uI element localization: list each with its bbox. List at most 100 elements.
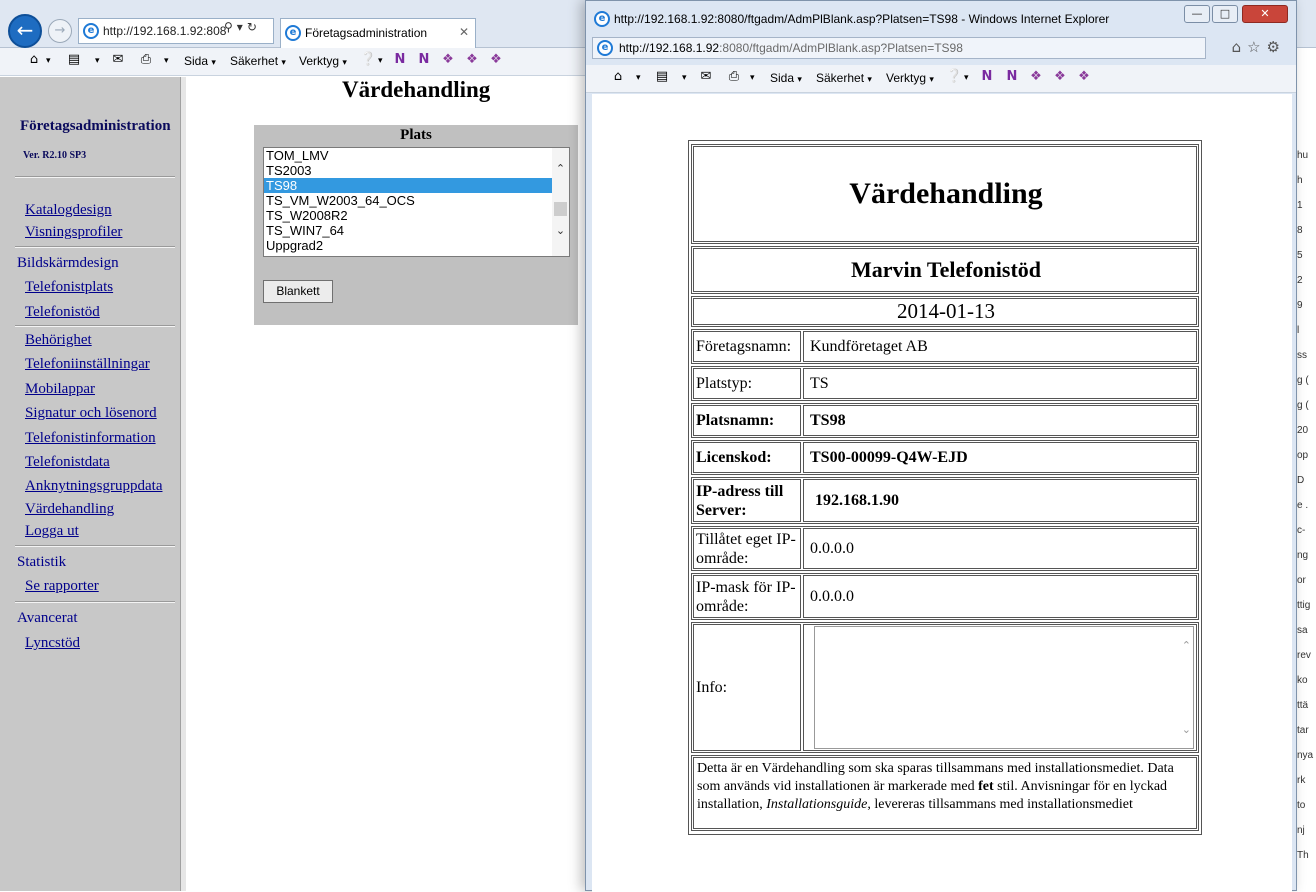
list-item[interactable]: TOM_LMV [264,148,552,163]
list-item[interactable]: TS_W2008R2 [264,208,552,223]
dropdown-icon[interactable]: ▾ [46,56,51,66]
page-menu[interactable]: Sida ▾ [770,71,802,85]
list-item[interactable]: TS_WIN7_64 [264,223,552,238]
addon-icon[interactable]: ❖ [440,52,456,68]
sidebar-link-anknytningsgruppdata[interactable]: Anknytningsgruppdata [25,478,162,495]
list-item-selected[interactable]: TS98 [264,178,552,193]
company-value: Kundföretaget AB [803,331,1197,362]
background-text-fragment: rev [1297,650,1311,661]
sidebar-link-se-rapporter[interactable]: Se rapporter [25,578,99,595]
sidebar-link-signatur[interactable]: Signatur och lösenord [25,405,157,422]
page-menu[interactable]: Sida ▾ [184,54,216,68]
note-text: , levereras tillsammans med installation… [867,797,1133,812]
sidebar-link-vardehandling[interactable]: Värdehandling [25,501,114,518]
frame-divider[interactable] [180,77,186,891]
scroll-down-icon[interactable]: ⌄ [1182,723,1191,736]
table-row: IP-adress till Server: 192.168.1.90 [691,477,1199,524]
list-item[interactable]: TS2003 [264,163,552,178]
close-tab-icon[interactable]: ✕ [459,25,469,39]
home-icon[interactable]: ⌂ [26,52,42,68]
addon-icon[interactable]: ❖ [1028,69,1044,85]
sidebar-link-logga-ut[interactable]: Logga ut [25,523,79,540]
listbox-scrollbar[interactable]: ⌃ ⌄ [552,148,569,256]
dropdown-icon[interactable]: ▾ [682,73,687,83]
allowed-range-value: 0.0.0.0 [803,528,1197,569]
maximize-icon[interactable]: □ [1212,5,1238,23]
back-button[interactable]: ← [8,14,42,48]
sidebar-link-visningsprofiler[interactable]: Visningsprofiler [25,224,122,241]
forward-button[interactable]: → [48,19,72,43]
list-item[interactable]: TS_VM_W2003_64_OCS [264,193,552,208]
tools-menu[interactable]: Verktyg ▾ [299,54,347,68]
addon-icon[interactable]: ❖ [1076,69,1092,85]
sidebar-link-telefonistod[interactable]: Telefonistöd [25,304,100,321]
scroll-up-icon[interactable]: ⌃ [554,162,567,176]
address-text: http://192.168.1.92:808 [103,24,227,38]
home-icon[interactable]: ⌂ [1232,38,1248,56]
sidebar-group-screen: Bildskärmdesign [17,255,119,271]
search-icon[interactable]: ⚲ [224,20,237,34]
scroll-thumb[interactable] [554,202,567,216]
dropdown-icon[interactable]: ▾ [636,73,641,83]
page-menu-label: Sida [184,54,209,68]
background-text-fragment: op [1297,450,1309,461]
address-host: http://192.168.1.92 [619,41,720,55]
feeds-icon[interactable]: ▤ [66,52,82,68]
sidebar-link-telefonistdata[interactable]: Telefonistdata [25,454,110,471]
home-icon[interactable]: ⌂ [610,69,626,85]
onenote-linked-icon[interactable]: N [416,52,432,68]
mail-icon[interactable]: ✉ [698,69,714,85]
popup-command-bar: ⌂ ▾ ▤ ▾ ✉ ⎙ ▾ Sida ▾ Säkerhet ▾ Verktyg … [586,65,1296,93]
scroll-down-icon[interactable]: ⌄ [554,224,567,238]
help-icon[interactable]: ❔ [360,52,376,68]
dropdown-icon[interactable]: ▾ [964,73,969,83]
print-icon[interactable]: ⎙ [138,52,154,68]
addon-icon[interactable]: ❖ [488,52,504,68]
dropdown-icon[interactable]: ▾ [378,56,383,66]
plats-listbox[interactable]: TOM_LMV TS2003 TS98 TS_VM_W2003_64_OCS T… [263,147,570,257]
security-menu[interactable]: Säkerhet ▾ [230,54,286,68]
close-icon[interactable]: ✕ [1242,5,1288,23]
address-tools[interactable]: ⚲▾↻ [224,20,261,34]
background-text-fragment: hu [1297,150,1309,161]
favorites-star-icon[interactable]: ☆ [1247,38,1266,56]
onenote-linked-icon[interactable]: N [1004,69,1020,85]
background-window-strip: hu h 1 8 5 2 9 l ss g (g (20 op De . c-ng or ttig sa rev… [1297,150,1316,891]
print-icon[interactable]: ⎙ [726,69,742,85]
onenote-icon[interactable]: N [392,52,408,68]
sidebar-link-mobilappar[interactable]: Mobilappar [25,381,95,398]
ie-icon: e [597,40,613,56]
sidebar-link-telefonistplats[interactable]: Telefonistplats [25,279,113,296]
mail-icon[interactable]: ✉ [110,52,126,68]
sidebar-divider [15,601,175,603]
background-text-fragment: l [1297,325,1300,336]
addon-icon[interactable]: ❖ [1052,69,1068,85]
sidebar-link-telefonistinformation[interactable]: Telefonistinformation [25,430,156,447]
dropdown-icon[interactable]: ▾ [95,56,100,66]
list-item[interactable]: Uppgrad2 [264,238,552,253]
onenote-icon[interactable]: N [979,69,995,85]
popup-address-bar[interactable]: e http://192.168.1.92:8080/ftgadm/AdmPlB… [592,37,1206,59]
background-text-fragment: nj [1297,825,1305,836]
background-text-fragment: g ( [1297,400,1309,411]
scroll-up-icon[interactable]: ⌃ [1182,639,1191,652]
minimize-icon[interactable]: — [1184,5,1210,23]
sidebar-link-katalogdesign[interactable]: Katalogdesign [25,202,112,219]
dropdown-icon[interactable]: ▾ [237,20,247,34]
tab-title: Företagsadministration [305,26,428,40]
addon-icon[interactable]: ❖ [464,52,480,68]
gear-icon[interactable]: ⚙ [1267,38,1286,56]
help-icon[interactable]: ❔ [946,69,962,85]
security-menu[interactable]: Säkerhet ▾ [816,71,872,85]
dropdown-icon[interactable]: ▾ [750,73,755,83]
sidebar-link-behorighet[interactable]: Behörighet [25,332,92,349]
refresh-icon[interactable]: ↻ [247,20,261,34]
sidebar-link-telefoniinstallningar[interactable]: Telefoniinställningar [25,356,150,373]
tools-menu[interactable]: Verktyg ▾ [886,71,934,85]
feeds-icon[interactable]: ▤ [654,69,670,85]
info-textarea[interactable]: ⌃ ⌄ [814,626,1194,749]
dropdown-icon[interactable]: ▾ [164,56,169,66]
blankett-button[interactable]: Blankett [263,280,333,303]
sidebar-link-lyncstod[interactable]: Lyncstöd [25,635,80,652]
browser-tab[interactable]: e Företagsadministration ✕ [280,18,476,48]
